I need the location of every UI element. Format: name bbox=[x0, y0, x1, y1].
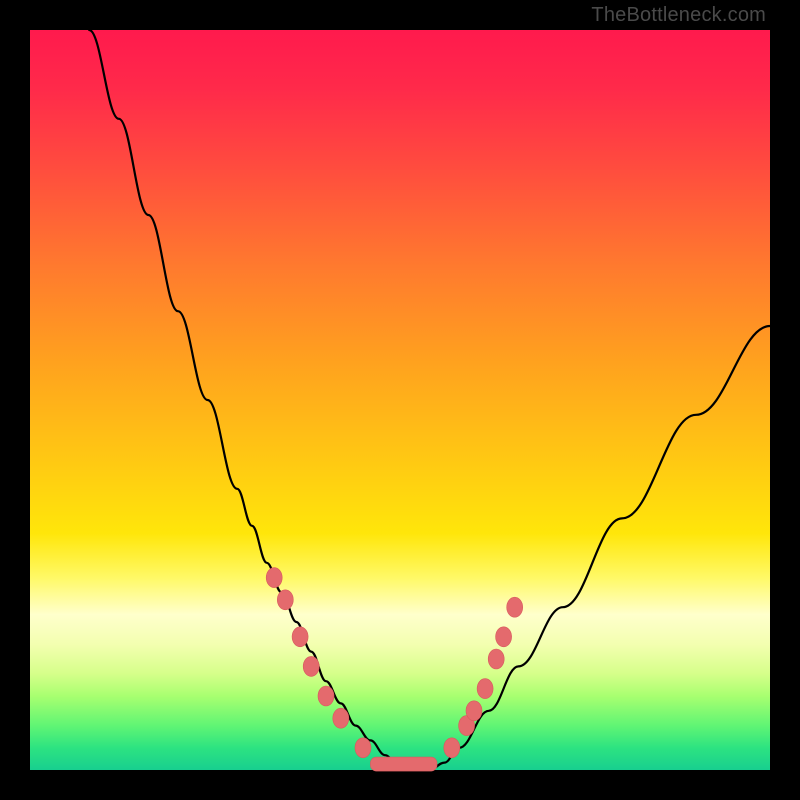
marker-dot bbox=[292, 627, 308, 647]
right-markers bbox=[444, 597, 523, 758]
left-markers bbox=[266, 568, 371, 758]
marker-dot bbox=[277, 590, 293, 610]
bottom-bar bbox=[370, 757, 437, 771]
marker-dot bbox=[488, 649, 504, 669]
marker-dot bbox=[355, 738, 371, 758]
marker-dot bbox=[507, 597, 523, 617]
marker-dot bbox=[496, 627, 512, 647]
marker-dot bbox=[266, 568, 282, 588]
marker-dot bbox=[466, 701, 482, 721]
marker-dot bbox=[318, 686, 334, 706]
bottleneck-chart bbox=[30, 30, 770, 770]
watermark-text: TheBottleneck.com bbox=[591, 4, 766, 27]
marker-dot bbox=[477, 679, 493, 699]
plot-area bbox=[30, 30, 770, 770]
marker-dot bbox=[444, 738, 460, 758]
marker-dot bbox=[333, 708, 349, 728]
curve-line bbox=[89, 30, 770, 770]
marker-dot bbox=[303, 656, 319, 676]
